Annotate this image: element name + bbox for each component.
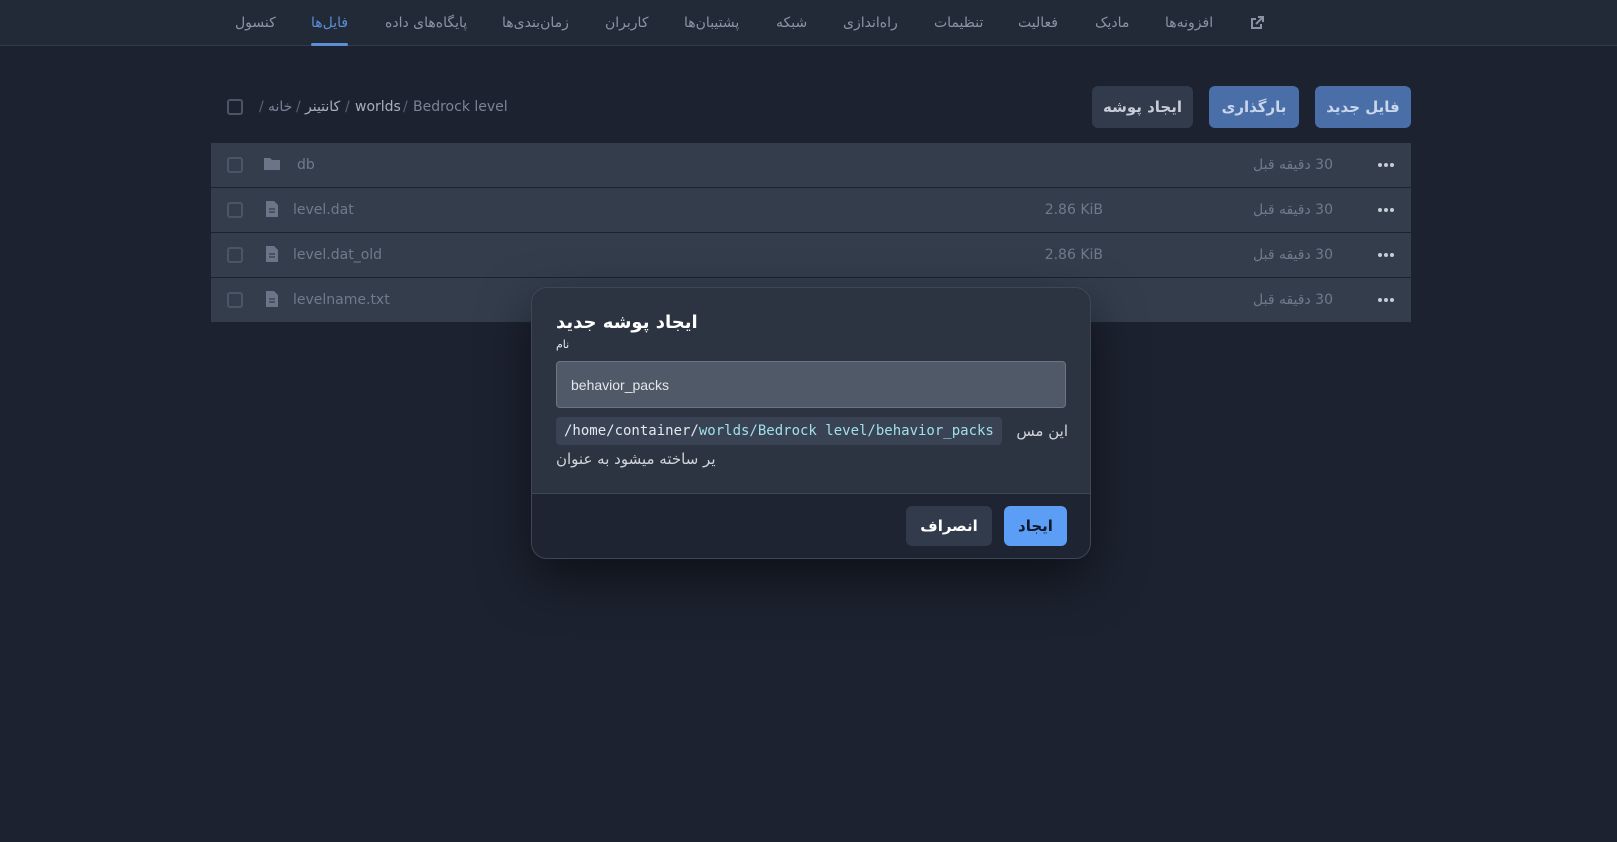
file-row[interactable]: db 30 دقیقه قبل — [211, 143, 1411, 187]
tab-settings[interactable]: تنظیمات — [934, 0, 983, 46]
name-label: نام — [556, 338, 570, 351]
breadcrumb-worlds[interactable]: worlds — [355, 97, 401, 117]
file-row[interactable]: level.dat_old 2.86 KiB 30 دقیقه قبل — [211, 233, 1411, 277]
row-checkbox[interactable] — [227, 202, 243, 218]
more-options-icon[interactable] — [1377, 252, 1395, 258]
new-file-button[interactable]: فایل جدید — [1315, 86, 1411, 128]
file-row[interactable]: level.dat 2.86 KiB 30 دقیقه قبل — [211, 188, 1411, 232]
more-options-icon[interactable] — [1377, 207, 1395, 213]
breadcrumb-separator: / — [345, 99, 350, 115]
top-navigation: کنسول فایل‌ها پایگاه‌های داده زمان‌بندی‌… — [0, 0, 1617, 46]
path-description-start: این مس — [1016, 422, 1068, 440]
dialog-footer: انصراف ایجاد — [532, 493, 1090, 558]
path-description-end: یر ساخته میشود به عنوان — [556, 450, 716, 468]
more-options-icon[interactable] — [1377, 297, 1395, 303]
tab-users[interactable]: کاربران — [605, 0, 648, 46]
create-folder-dialog: ایجاد پوشه جدید نام /home/container/worl… — [531, 287, 1091, 559]
select-all-checkbox[interactable] — [227, 99, 243, 115]
upload-button[interactable]: بارگذاری — [1209, 86, 1299, 128]
path-base: /home/container/ — [564, 423, 699, 439]
tab-activity[interactable]: فعالیت — [1018, 0, 1058, 46]
tab-databases[interactable]: پایگاه‌های داده — [385, 0, 467, 46]
breadcrumb-separator: / — [403, 99, 408, 115]
file-size: 2.86 KiB — [1044, 202, 1103, 218]
breadcrumb-separator: / — [259, 99, 264, 115]
file-icon — [266, 291, 278, 307]
external-link-icon[interactable] — [1249, 15, 1265, 31]
row-checkbox[interactable] — [227, 247, 243, 263]
file-modified: 30 دقیقه قبل — [1253, 247, 1333, 263]
file-size: 2.86 KiB — [1044, 247, 1103, 263]
file-icon — [266, 246, 278, 262]
file-name[interactable]: levelname.txt — [293, 278, 390, 322]
create-folder-button[interactable]: ایجاد پوشه — [1092, 86, 1193, 128]
breadcrumb-home[interactable]: خانه — [268, 97, 292, 117]
cancel-button[interactable]: انصراف — [906, 506, 992, 546]
file-modified: 30 دقیقه قبل — [1253, 202, 1333, 218]
tab-addons[interactable]: افزونه‌ها — [1165, 0, 1213, 46]
file-icon — [266, 201, 278, 217]
tab-modic[interactable]: مادیک — [1095, 0, 1129, 46]
folder-icon — [264, 158, 280, 170]
path-preview: /home/container/worlds/Bedrock level/beh… — [556, 417, 1068, 445]
tab-schedules[interactable]: زمان‌بندی‌ها — [502, 0, 569, 46]
create-button[interactable]: ایجاد — [1004, 506, 1067, 546]
path-code: /home/container/worlds/Bedrock level/beh… — [556, 417, 1002, 445]
tab-backups[interactable]: پشتیبان‌ها — [684, 0, 739, 46]
tab-network[interactable]: شبکه — [776, 0, 807, 46]
tab-startup[interactable]: راه‌اندازی — [843, 0, 898, 46]
tab-console[interactable]: کنسول — [235, 0, 276, 46]
more-options-icon[interactable] — [1377, 162, 1395, 168]
row-checkbox[interactable] — [227, 292, 243, 308]
file-name[interactable]: level.dat_old — [293, 233, 382, 277]
row-checkbox[interactable] — [227, 157, 243, 173]
tab-files[interactable]: فایل‌ها — [311, 0, 349, 46]
breadcrumb-container[interactable]: کانتینر — [305, 97, 340, 117]
path-relative: worlds/Bedrock level/behavior_packs — [698, 423, 994, 439]
breadcrumb-separator: / — [296, 99, 301, 115]
file-name[interactable]: db — [297, 143, 315, 187]
file-modified: 30 دقیقه قبل — [1253, 292, 1333, 308]
file-modified: 30 دقیقه قبل — [1253, 157, 1333, 173]
folder-name-input[interactable] — [556, 361, 1066, 408]
dialog-title: ایجاد پوشه جدید — [556, 312, 698, 333]
breadcrumb-current: Bedrock level — [413, 99, 508, 115]
file-name[interactable]: level.dat — [293, 188, 354, 232]
